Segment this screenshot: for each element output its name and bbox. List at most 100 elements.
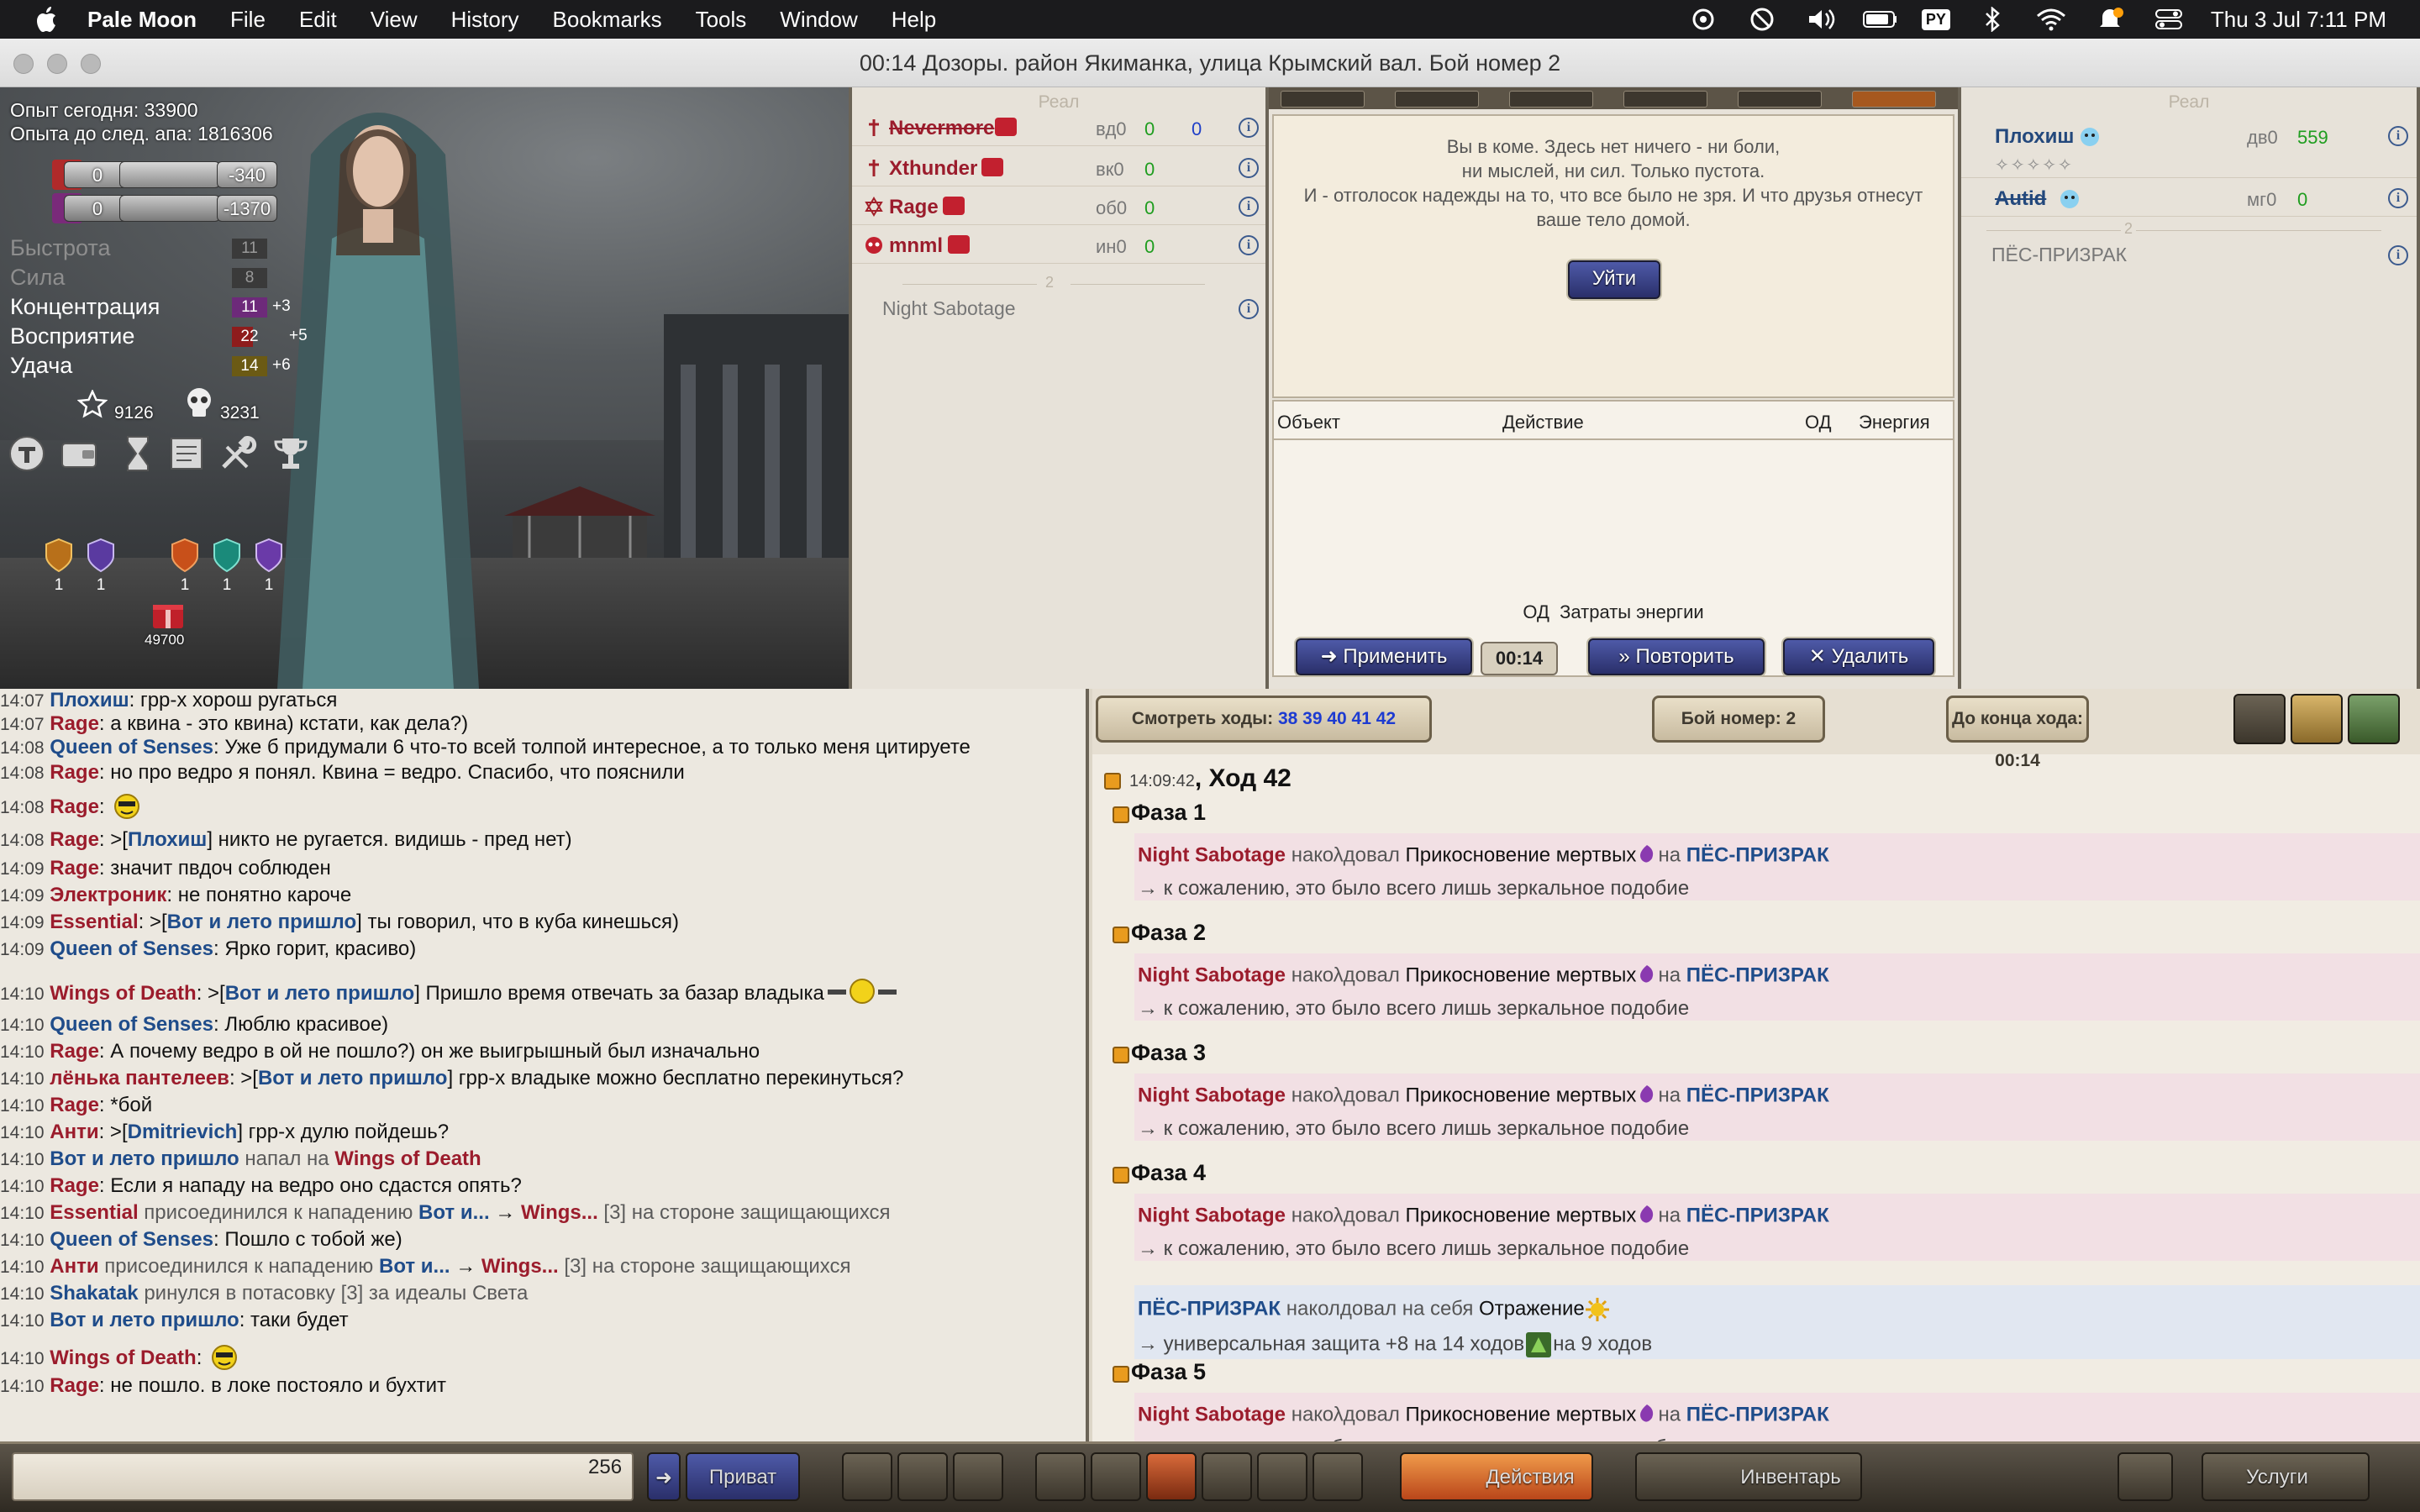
menu-history[interactable]: History (451, 7, 519, 33)
chat-nick[interactable]: Анти (50, 1255, 98, 1278)
chat-nick[interactable]: Wings of Death (334, 1147, 481, 1170)
chat-nick[interactable]: Вот и... (379, 1255, 450, 1278)
caster-name[interactable]: ПЁС-ПРИЗРАК (1138, 1297, 1281, 1320)
chat-nick[interactable]: Вот и лето пришло (50, 1147, 239, 1170)
team-icon-button[interactable] (1257, 1452, 1307, 1501)
fighter-name[interactable]: Nevermore (889, 117, 994, 140)
clock[interactable]: Thu 3 Jul 7:11 PM (2211, 7, 2386, 33)
menu-bookmarks[interactable]: Bookmarks (553, 7, 662, 33)
notes-icon-button[interactable] (953, 1452, 1003, 1501)
private-button[interactable]: Приват (686, 1452, 800, 1501)
do-not-disturb-icon[interactable] (1745, 7, 1779, 32)
target-name[interactable]: ПЁС-ПРИЗРАК (1686, 843, 1829, 866)
gift-icon[interactable] (151, 600, 185, 630)
tools-icon[interactable] (217, 433, 257, 474)
fighter-name[interactable]: Rage (889, 196, 939, 219)
walk-icon-button[interactable] (1035, 1452, 1086, 1501)
shield-icon-3[interactable] (170, 538, 200, 573)
skill-slot-icon[interactable] (1281, 91, 1365, 108)
phase-header[interactable]: Фаза 1 (1131, 800, 1206, 826)
delete-button[interactable]: ✕ Удалить (1783, 638, 1934, 675)
info-icon[interactable]: i (1239, 197, 1259, 217)
control-center-icon[interactable] (2152, 7, 2186, 32)
volume-icon[interactable] (1804, 7, 1838, 32)
shield-icon-4[interactable] (212, 538, 242, 573)
shield-icon-1[interactable] (44, 538, 74, 573)
caster-name[interactable]: Night Sabotage (1138, 1403, 1286, 1425)
pet-name[interactable]: Night Sabotage (882, 297, 1016, 320)
target-name[interactable]: ПЁС-ПРИЗРАК (1686, 1403, 1829, 1425)
shield-icon-2[interactable] (86, 538, 116, 573)
chat-nick[interactable]: Rage (50, 795, 99, 818)
fighter-row[interactable]: mnml ин0 0 i (852, 227, 1265, 264)
fighter-name[interactable]: mnml (889, 234, 943, 258)
chat-nick[interactable]: Queen of Senses (50, 1228, 213, 1251)
info-icon[interactable]: i (2388, 188, 2408, 208)
collapse-icon[interactable] (1104, 772, 1121, 790)
menu-help[interactable]: Help (892, 7, 936, 33)
wallet-icon[interactable] (59, 433, 99, 474)
chat-recipient[interactable]: Вот и лето пришло (225, 982, 414, 1005)
collapse-icon[interactable] (1113, 1366, 1129, 1383)
phase-header[interactable]: Фаза 2 (1131, 920, 1206, 946)
chat-nick[interactable]: Queen of Senses (50, 1013, 213, 1036)
keyboard-layout-badge[interactable]: PY (1921, 8, 1950, 30)
caster-name[interactable]: Night Sabotage (1138, 1084, 1286, 1106)
chat-nick[interactable]: Rage (50, 857, 99, 879)
info-icon[interactable]: i (2388, 126, 2408, 146)
chat-recipient[interactable]: Плохиш (128, 828, 207, 851)
battery-icon[interactable] (1862, 7, 1897, 32)
spell-name[interactable]: Прикосновение мертвых (1406, 963, 1637, 986)
collapse-icon[interactable] (1113, 927, 1129, 943)
chat-nick[interactable]: Rage (50, 761, 99, 784)
chat-nick[interactable]: Queen of Senses (50, 736, 213, 759)
chat-nick[interactable]: Wings... (481, 1255, 559, 1278)
send-button[interactable]: ➜ (647, 1452, 681, 1501)
spell-name[interactable]: Прикосновение мертвых (1406, 1084, 1637, 1106)
fighter-row[interactable]: Rage об0 0 i (852, 188, 1265, 225)
chat-nick[interactable]: лёнька пантелеев (50, 1067, 229, 1089)
inventory-tab[interactable]: Инвентарь (1635, 1452, 1862, 1501)
notification-icon[interactable] (2093, 7, 2127, 32)
chat-nick[interactable]: Анти (50, 1121, 98, 1143)
chat-nick[interactable]: Essential (50, 1201, 138, 1224)
money-icon-button[interactable] (2348, 694, 2400, 744)
chat-nick[interactable]: Rage (50, 1174, 99, 1197)
layers-icon-button[interactable] (1313, 1452, 1363, 1501)
skill-slot-icon[interactable] (1852, 91, 1936, 108)
target-name[interactable]: ПЁС-ПРИЗРАК (1686, 1204, 1829, 1226)
hourglass-icon[interactable] (118, 433, 158, 474)
chat-nick[interactable]: Wings of Death (50, 982, 196, 1005)
attack-icon-button[interactable] (1091, 1452, 1141, 1501)
services-tab[interactable]: Услуги (2202, 1452, 2370, 1501)
collapse-icon[interactable] (1113, 1167, 1129, 1184)
creative-cloud-icon[interactable] (1686, 7, 1720, 32)
group-icon-button[interactable] (1202, 1452, 1252, 1501)
collapse-icon[interactable] (1113, 1047, 1129, 1063)
chat-nick[interactable]: Rage (50, 1040, 99, 1063)
spell-name[interactable]: Прикосновение мертвых (1406, 1403, 1637, 1425)
wifi-icon[interactable] (2034, 7, 2068, 32)
newspaper-icon[interactable] (166, 433, 207, 474)
info-icon[interactable]: i (2388, 245, 2408, 265)
phase-header[interactable]: Фаза 5 (1131, 1359, 1206, 1385)
spell-name[interactable]: Прикосновение мертвых (1406, 843, 1637, 866)
trophy-icon[interactable] (271, 433, 311, 474)
leave-button[interactable]: Уйти (1568, 260, 1660, 299)
chat-nick[interactable]: Электроник (50, 884, 166, 906)
chat-input[interactable] (12, 1452, 634, 1501)
chat-nick[interactable]: Wings of Death (50, 1347, 196, 1369)
mail-icon-button[interactable] (1146, 1452, 1197, 1501)
caster-name[interactable]: Night Sabotage (1138, 843, 1286, 866)
chat-nick[interactable]: Queen of Senses (50, 937, 213, 960)
info-icon[interactable]: i (1239, 235, 1259, 255)
badge-icon[interactable] (7, 433, 47, 474)
repeat-button[interactable]: » Повторить (1588, 638, 1765, 675)
chat-nick[interactable]: Rage (50, 1094, 99, 1116)
fighter-icon-button[interactable] (2233, 694, 2286, 744)
chat-nick[interactable]: Rage (50, 828, 99, 851)
pet-name[interactable]: ПЁС-ПРИЗРАК (1991, 244, 2127, 266)
fighter-row[interactable]: Autid мг0 0 i (1961, 180, 2417, 217)
chat-nick[interactable]: Rage (50, 1374, 99, 1397)
apply-button[interactable]: ➜ Применить (1296, 638, 1472, 675)
